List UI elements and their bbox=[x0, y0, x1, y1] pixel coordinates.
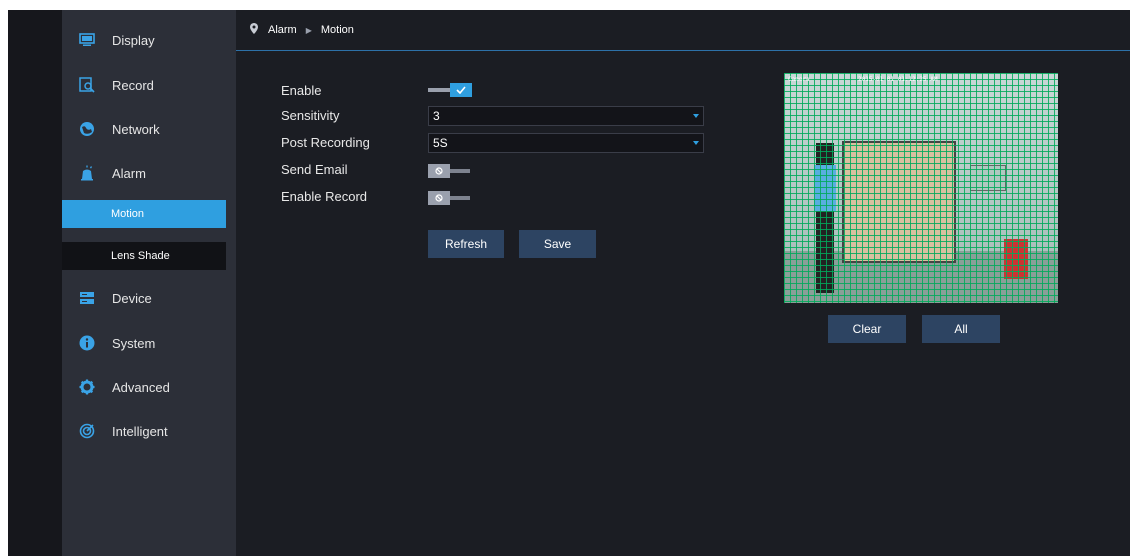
display-icon bbox=[78, 31, 96, 49]
post-recording-value: 5S bbox=[433, 136, 448, 150]
app-window: Display Record Network Alarm Motion Lens… bbox=[8, 10, 1130, 556]
select-all-button[interactable]: All bbox=[922, 315, 1000, 343]
sidebar-item-display[interactable]: Display bbox=[62, 22, 236, 58]
refresh-button[interactable]: Refresh bbox=[428, 230, 504, 258]
record-icon bbox=[78, 76, 96, 94]
toggle-knob bbox=[450, 83, 472, 97]
sidebar-item-label: Intelligent bbox=[112, 423, 168, 439]
osd-time: 2015-01-01 01:12:25 AM bbox=[858, 76, 938, 83]
sidebar-item-label: Advanced bbox=[112, 379, 170, 395]
network-icon bbox=[78, 120, 96, 138]
sidebar-item-advanced[interactable]: Advanced bbox=[62, 369, 236, 405]
gear-icon bbox=[78, 378, 96, 396]
sidebar-subitem-motion[interactable]: Motion bbox=[62, 200, 226, 228]
toggle-track bbox=[450, 169, 470, 173]
intelligent-icon bbox=[78, 422, 96, 440]
clear-button[interactable]: Clear bbox=[828, 315, 906, 343]
toggle-knob bbox=[428, 164, 450, 178]
chevron-down-icon bbox=[693, 114, 699, 118]
sidebar-item-label: System bbox=[112, 335, 156, 351]
sidebar-subitem-lens-shade[interactable]: Lens Shade bbox=[62, 242, 226, 270]
sidebar-subitem-label: Motion bbox=[111, 208, 145, 220]
toggle-track bbox=[450, 196, 470, 200]
sidebar-item-alarm[interactable]: Alarm bbox=[62, 155, 236, 191]
save-button[interactable]: Save bbox=[519, 230, 596, 258]
location-pin-icon bbox=[250, 23, 258, 37]
enable-record-label: Enable Record bbox=[281, 189, 367, 204]
sidebar-item-label: Record bbox=[112, 77, 154, 93]
send-email-toggle[interactable] bbox=[428, 164, 474, 178]
check-icon bbox=[456, 86, 466, 94]
enable-label: Enable bbox=[281, 83, 322, 98]
toggle-knob bbox=[428, 191, 450, 205]
chevron-down-icon bbox=[693, 141, 699, 145]
sidebar: Display Record Network Alarm Motion Lens… bbox=[62, 10, 236, 556]
breadcrumb-separator-icon: ▶ bbox=[305, 25, 312, 35]
disabled-icon bbox=[435, 167, 443, 175]
sensitivity-value: 3 bbox=[433, 109, 440, 123]
main-panel: Alarm ▶ Motion Enable Sensitivity 3 Post… bbox=[236, 10, 1130, 556]
motion-grid-overlay[interactable] bbox=[784, 73, 1058, 303]
sensitivity-label: Sensitivity bbox=[281, 108, 340, 123]
send-email-label: Send Email bbox=[281, 162, 348, 177]
sidebar-item-label: Alarm bbox=[112, 165, 146, 181]
disabled-icon bbox=[435, 194, 443, 202]
osd-channel: Camera bbox=[788, 76, 810, 83]
enable-toggle[interactable] bbox=[428, 83, 474, 97]
info-icon bbox=[78, 334, 96, 352]
alarm-icon bbox=[78, 164, 96, 182]
sidebar-item-record[interactable]: Record bbox=[62, 67, 236, 103]
sidebar-item-system[interactable]: System bbox=[62, 325, 236, 361]
sidebar-item-device[interactable]: Device bbox=[62, 280, 236, 316]
sidebar-item-label: Display bbox=[112, 32, 155, 48]
device-icon bbox=[78, 289, 96, 307]
sidebar-item-intelligent[interactable]: Intelligent bbox=[62, 413, 236, 449]
sidebar-item-label: Device bbox=[112, 290, 152, 306]
breadcrumb-page: Motion bbox=[320, 24, 354, 36]
post-recording-select[interactable]: 5S bbox=[428, 133, 704, 153]
sidebar-subitem-label: Lens Shade bbox=[111, 250, 170, 262]
breadcrumb-section[interactable]: Alarm bbox=[268, 24, 297, 36]
enable-record-toggle[interactable] bbox=[428, 191, 474, 205]
motion-area-preview[interactable]: Camera 2015-01-01 01:12:25 AM bbox=[784, 73, 1058, 303]
post-recording-label: Post Recording bbox=[281, 135, 370, 150]
sidebar-item-network[interactable]: Network bbox=[62, 111, 236, 147]
breadcrumb: Alarm ▶ Motion bbox=[236, 10, 1130, 51]
sidebar-item-label: Network bbox=[112, 121, 160, 137]
sensitivity-select[interactable]: 3 bbox=[428, 106, 704, 126]
